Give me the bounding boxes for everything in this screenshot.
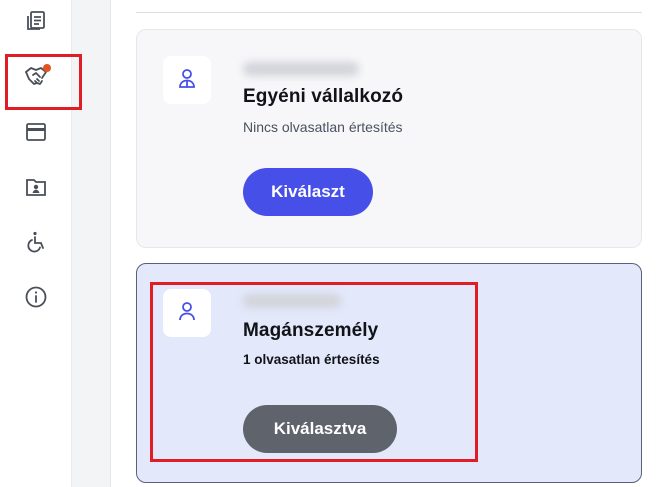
account-type: Magánszemély xyxy=(243,320,379,341)
contact-folder-icon xyxy=(24,175,48,199)
redacted-account-name xyxy=(243,62,359,76)
notification-status: 1 olvasatlan értesítés xyxy=(243,352,380,367)
select-account-button[interactable]: Kiválaszt xyxy=(243,168,373,216)
info-icon xyxy=(24,285,48,309)
sidebar-item-cards[interactable] xyxy=(18,114,54,150)
sidebar-item-partnerships[interactable] xyxy=(18,58,54,94)
card-icon xyxy=(24,120,48,144)
sidebar-item-contacts[interactable] xyxy=(18,169,54,205)
documents-icon xyxy=(24,9,48,33)
account-card: Egyéni vállalkozó Nincs olvasatlan értes… xyxy=(136,29,642,248)
divider xyxy=(136,12,642,13)
account-avatar xyxy=(163,56,211,104)
sidebar xyxy=(0,0,72,487)
notification-dot xyxy=(43,64,51,72)
sidebar-item-documents[interactable] xyxy=(18,3,54,39)
sidebar-item-accessibility[interactable] xyxy=(18,224,54,260)
selected-account-button[interactable]: Kiválasztva xyxy=(243,405,397,453)
account-card-selected: Magánszemély 1 olvasatlan értesítés Kivá… xyxy=(136,263,642,483)
account-type: Egyéni vállalkozó xyxy=(243,86,404,107)
person-icon xyxy=(176,300,198,327)
business-person-icon xyxy=(176,67,198,94)
accessibility-icon xyxy=(24,230,48,254)
content-gutter xyxy=(72,0,111,487)
redacted-account-name xyxy=(243,294,341,308)
account-avatar xyxy=(163,289,211,337)
app-window: Egyéni vállalkozó Nincs olvasatlan értes… xyxy=(0,0,663,487)
sidebar-item-info[interactable] xyxy=(18,279,54,315)
notification-status: Nincs olvasatlan értesítés xyxy=(243,119,403,135)
